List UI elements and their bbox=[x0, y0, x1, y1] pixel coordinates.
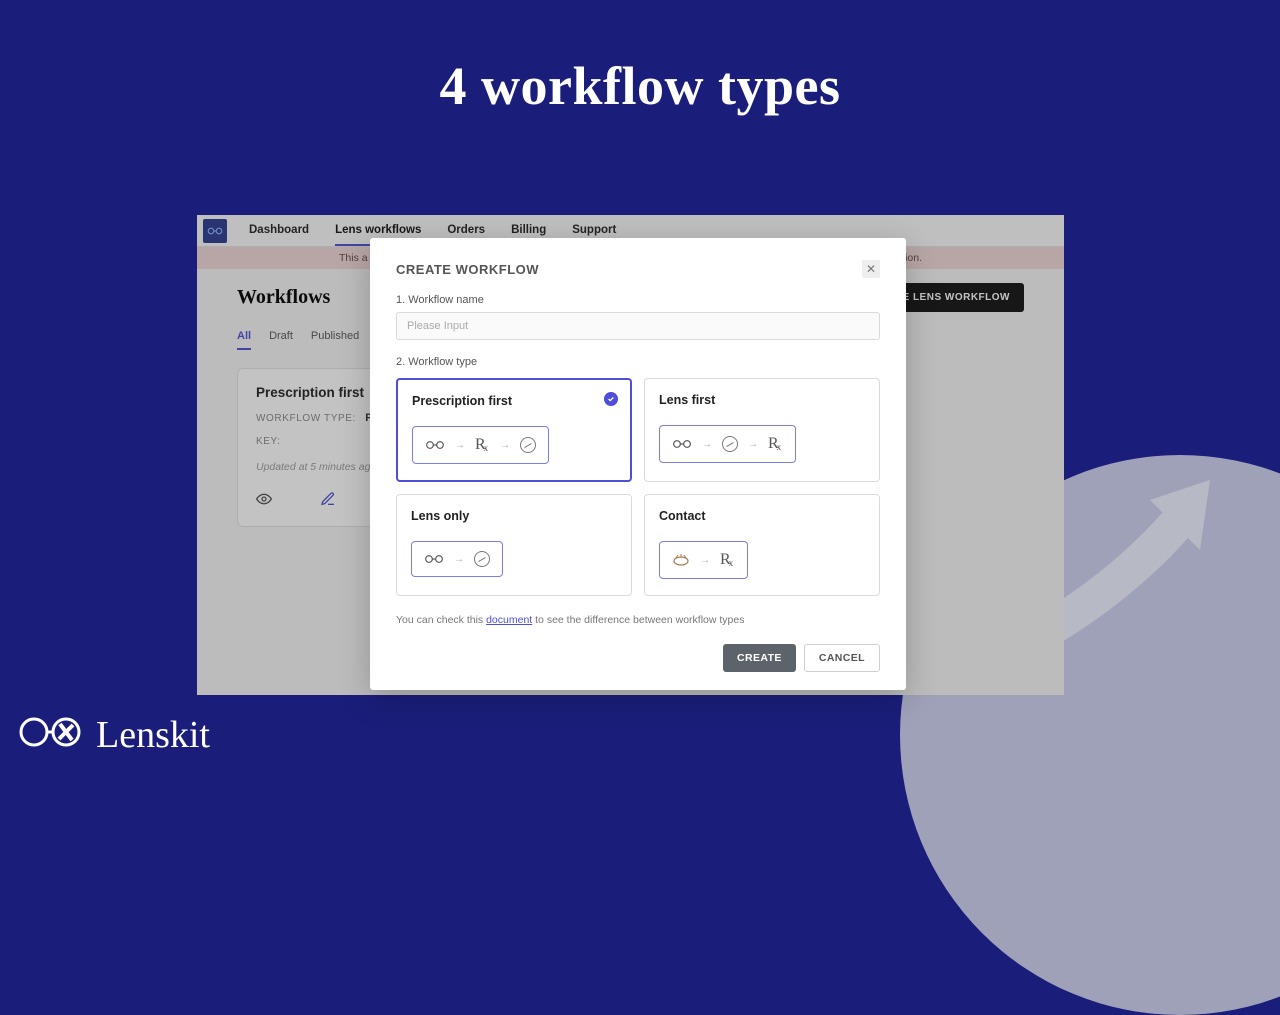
check-icon bbox=[604, 392, 618, 406]
type-label: Contact bbox=[659, 509, 865, 523]
flow-preview: → Rx bbox=[659, 541, 748, 579]
lens-icon bbox=[520, 437, 536, 453]
glasses-icon bbox=[424, 554, 444, 564]
arrow-icon: → bbox=[700, 555, 710, 566]
close-icon[interactable]: ✕ bbox=[862, 260, 880, 278]
type-label: Prescription first bbox=[412, 394, 616, 408]
rx-icon: Rx bbox=[768, 435, 783, 453]
brand-footer: Lenskit bbox=[18, 712, 210, 757]
glasses-icon bbox=[425, 440, 445, 450]
flow-preview: → bbox=[411, 541, 503, 577]
type-label: Lens only bbox=[411, 509, 617, 523]
lens-icon bbox=[722, 436, 738, 452]
glasses-icon bbox=[672, 439, 692, 449]
step-2-label: 2. Workflow type bbox=[396, 356, 880, 368]
create-workflow-modal: CREATE WORKFLOW ✕ 1. Workflow name 2. Wo… bbox=[370, 238, 906, 690]
type-label: Lens first bbox=[659, 393, 865, 407]
arrow-icon: → bbox=[455, 440, 465, 451]
arrow-icon: → bbox=[454, 554, 464, 565]
type-lens-first[interactable]: Lens first → → Rx bbox=[644, 378, 880, 482]
type-contact[interactable]: Contact → Rx bbox=[644, 494, 880, 596]
document-link[interactable]: document bbox=[486, 614, 532, 626]
workflow-name-input[interactable] bbox=[396, 312, 880, 340]
hint-text: You can check this document to see the d… bbox=[396, 614, 880, 626]
flow-preview: → → Rx bbox=[659, 425, 796, 463]
contact-icon bbox=[672, 553, 690, 567]
type-lens-only[interactable]: Lens only → bbox=[396, 494, 632, 596]
flow-preview: → Rx → bbox=[412, 426, 549, 464]
rx-icon: Rx bbox=[720, 551, 735, 569]
cancel-button[interactable]: CANCEL bbox=[804, 644, 880, 672]
type-prescription-first[interactable]: Prescription first → Rx → bbox=[396, 378, 632, 482]
step-1-label: 1. Workflow name bbox=[396, 294, 880, 306]
arrow-icon: → bbox=[748, 439, 758, 450]
brand-logo-icon bbox=[18, 712, 82, 757]
lens-icon bbox=[474, 551, 490, 567]
slide-title: 4 workflow types bbox=[0, 55, 1280, 117]
rx-icon: Rx bbox=[475, 436, 490, 454]
brand-name: Lenskit bbox=[96, 713, 210, 757]
modal-title: CREATE WORKFLOW bbox=[396, 262, 539, 277]
arrow-icon: → bbox=[500, 440, 510, 451]
create-button[interactable]: CREATE bbox=[723, 644, 796, 672]
arrow-icon: → bbox=[702, 439, 712, 450]
